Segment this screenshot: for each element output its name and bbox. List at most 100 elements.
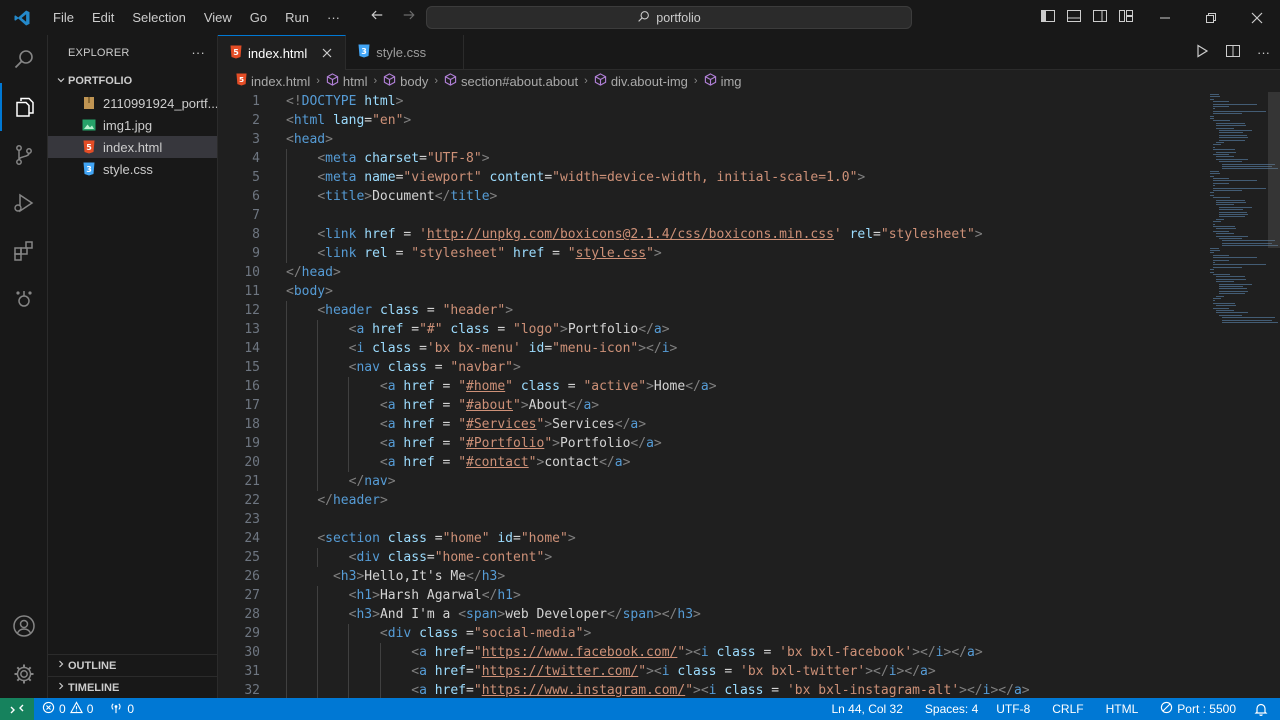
token-link[interactable]: http://unpkg.com/boxicons@2.1.4/css/boxi… xyxy=(427,227,834,242)
file-item-img1[interactable]: img1.jpg xyxy=(48,114,217,136)
source-control-icon[interactable] xyxy=(0,131,48,179)
file-item-index-html[interactable]: 5 index.html xyxy=(48,136,217,158)
timeline-section[interactable]: TIMELINE xyxy=(48,676,218,698)
toggle-secondary-sidebar-icon[interactable] xyxy=(1092,8,1108,27)
token-link[interactable]: style.css xyxy=(576,246,646,261)
breadcrumb-item-html[interactable]: html xyxy=(326,73,367,89)
token-link[interactable]: #Portfolio xyxy=(466,436,544,451)
code-line[interactable]: 21 </nav> xyxy=(218,472,1188,491)
code-line[interactable]: 7 xyxy=(218,206,1188,225)
code-line[interactable]: 16 <a href = "#home" class = "active">Ho… xyxy=(218,377,1188,396)
code-line[interactable]: 11 <body> xyxy=(218,282,1188,301)
encoding[interactable]: UTF-8 xyxy=(988,702,1044,716)
language-mode[interactable]: HTML xyxy=(1098,702,1153,716)
menu-view[interactable]: View xyxy=(195,0,241,35)
explorer-more-actions-button[interactable]: ··· xyxy=(191,45,205,60)
code-line[interactable]: 25 <div class="home-content"> xyxy=(218,548,1188,567)
code-line[interactable]: 22 </header> xyxy=(218,491,1188,510)
breadcrumb-item-body[interactable]: body xyxy=(383,73,428,89)
code-line[interactable]: 28 <h3>And I'm a <span>web Developer</sp… xyxy=(218,605,1188,624)
toggle-panel-icon[interactable] xyxy=(1066,8,1082,27)
run-debug-icon[interactable] xyxy=(0,179,48,227)
extensions-icon[interactable] xyxy=(0,227,48,275)
code-line[interactable]: 19 <a href = "#Portfolio">Portfolio</a> xyxy=(218,434,1188,453)
live-server-port[interactable]: Port : 5500 xyxy=(1152,701,1246,717)
tab-style-css[interactable]: 3 style.css xyxy=(346,35,465,70)
remote-indicator-icon[interactable] xyxy=(0,698,34,720)
tab-index-html[interactable]: 5 index.html xyxy=(218,35,347,70)
explorer-view-icon[interactable] xyxy=(0,83,48,131)
manage-gear-icon[interactable] xyxy=(0,650,48,698)
token-link[interactable]: https://www.facebook.com/ xyxy=(482,645,678,660)
token-link[interactable]: https://twitter.com/ xyxy=(482,664,639,679)
testing-flask-icon[interactable] xyxy=(0,275,48,323)
code-line[interactable]: 18 <a href = "#Services">Services</a> xyxy=(218,415,1188,434)
token-link[interactable]: #home xyxy=(466,379,505,394)
menu-run[interactable]: Run xyxy=(276,0,318,35)
breadcrumb-item-section[interactable]: section#about.about xyxy=(444,73,578,89)
code-line[interactable]: 15 <nav class = "navbar"> xyxy=(218,358,1188,377)
more-actions-icon[interactable]: ··· xyxy=(1257,45,1270,60)
code-editor[interactable]: 1 <!DOCTYPE html> 2 <html lang="en"> 3 <head>… xyxy=(218,92,1188,698)
token-link[interactable]: #Services xyxy=(466,417,536,432)
code-line[interactable]: 29 <div class ="social-media"> xyxy=(218,624,1188,643)
code-line[interactable]: 31 <a href="https://twitter.com/"><i cla… xyxy=(218,662,1188,681)
code-line[interactable]: 20 <a href = "#contact">contact</a> xyxy=(218,453,1188,472)
problems-indicator[interactable]: 0 0 xyxy=(34,701,101,717)
breadcrumb-item-file[interactable]: 5 index.html xyxy=(236,73,310,89)
notifications-bell-icon[interactable] xyxy=(1246,702,1280,716)
code-line[interactable]: 23 xyxy=(218,510,1188,529)
split-editor-icon[interactable] xyxy=(1225,43,1241,62)
menu-more[interactable]: ··· xyxy=(318,0,349,35)
code-line[interactable]: 14 <i class ='bx bx-menu' id="menu-icon"… xyxy=(218,339,1188,358)
code-line[interactable]: 9 <link rel = "stylesheet" href = "style… xyxy=(218,244,1188,263)
folder-portfolio[interactable]: PORTFOLIO xyxy=(48,70,217,92)
code-line[interactable]: 10 </head> xyxy=(218,263,1188,282)
run-icon[interactable] xyxy=(1195,44,1209,61)
code-line[interactable]: 4 <meta charset="UTF-8"> xyxy=(218,149,1188,168)
breadcrumb-item-img[interactable]: img xyxy=(704,73,742,89)
indentation[interactable]: Spaces: 4 xyxy=(917,702,988,716)
code-line[interactable]: 32 <a href="https://www.instagram.com/">… xyxy=(218,681,1188,698)
command-center-search[interactable]: portfolio xyxy=(426,6,912,29)
file-item-zip[interactable]: 2110991924_portf... xyxy=(48,92,217,114)
code-line[interactable]: 26 <h3>Hello,It's Me</h3> xyxy=(218,567,1188,586)
code-line[interactable]: 27 <h1>Harsh Agarwal</h1> xyxy=(218,586,1188,605)
code-line[interactable]: 2 <html lang="en"> xyxy=(218,111,1188,130)
code-line[interactable]: 8 <link href = 'http://unpkg.com/boxicon… xyxy=(218,225,1188,244)
end-of-line[interactable]: CRLF xyxy=(1044,702,1097,716)
forward-arrow-icon[interactable] xyxy=(400,8,418,27)
vertical-scrollbar[interactable] xyxy=(1268,92,1280,248)
back-arrow-icon[interactable] xyxy=(368,8,386,27)
cursor-position[interactable]: Ln 44, Col 32 xyxy=(824,702,917,716)
customize-layout-icon[interactable] xyxy=(1118,8,1134,27)
code-line[interactable]: 6 <title>Document</title> xyxy=(218,187,1188,206)
token-link[interactable]: #contact xyxy=(466,455,529,470)
menu-go[interactable]: Go xyxy=(241,0,276,35)
code-line[interactable]: 5 <meta name="viewport" content="width=d… xyxy=(218,168,1188,187)
code-line[interactable]: 3 <head> xyxy=(218,130,1188,149)
outline-section[interactable]: OUTLINE xyxy=(48,654,218,676)
ports-indicator[interactable]: 0 xyxy=(101,701,142,717)
minimap[interactable] xyxy=(1190,92,1278,332)
code-line[interactable]: 13 <a href ="#" class = "logo">Portfolio… xyxy=(218,320,1188,339)
breadcrumb-item-div[interactable]: div.about-img xyxy=(594,73,688,89)
token-link[interactable]: #about xyxy=(466,398,513,413)
menu-edit[interactable]: Edit xyxy=(83,0,123,35)
code-line[interactable]: 1 <!DOCTYPE html> xyxy=(218,92,1188,111)
file-item-style-css[interactable]: 3 style.css xyxy=(48,158,217,180)
menu-file[interactable]: File xyxy=(44,0,83,35)
close-tab-icon[interactable] xyxy=(319,46,335,61)
search-view-icon[interactable] xyxy=(0,35,48,83)
minimize-icon[interactable] xyxy=(1142,0,1188,35)
code-line[interactable]: 30 <a href="https://www.facebook.com/"><… xyxy=(218,643,1188,662)
menu-selection[interactable]: Selection xyxy=(123,0,194,35)
token-link[interactable]: https://www.instagram.com/ xyxy=(482,683,686,698)
close-window-icon[interactable] xyxy=(1234,0,1280,35)
toggle-primary-sidebar-icon[interactable] xyxy=(1040,8,1056,27)
code-line[interactable]: 12 <header class = "header"> xyxy=(218,301,1188,320)
code-line[interactable]: 24 <section class ="home" id="home"> xyxy=(218,529,1188,548)
accounts-icon[interactable] xyxy=(0,602,48,650)
restore-icon[interactable] xyxy=(1188,0,1234,35)
code-line[interactable]: 17 <a href = "#about">About</a> xyxy=(218,396,1188,415)
